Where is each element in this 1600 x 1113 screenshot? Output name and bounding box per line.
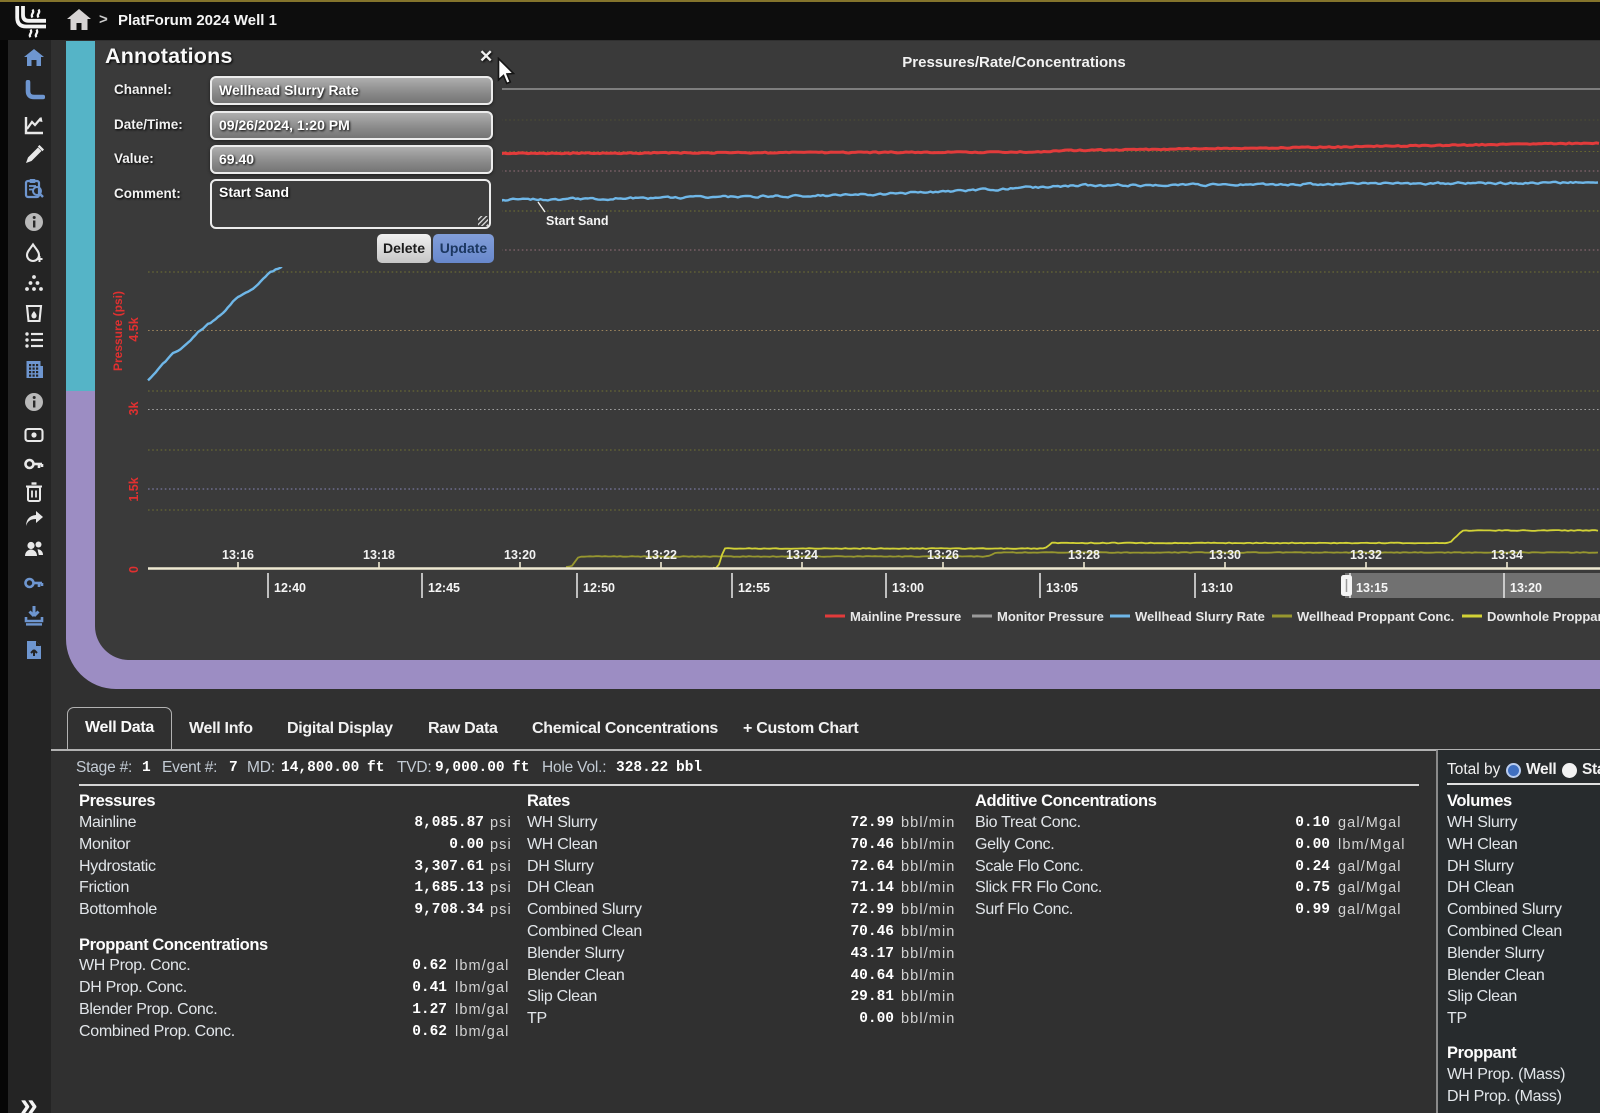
svg-text:13:20: 13:20 xyxy=(1510,581,1542,595)
svg-text:13:18: 13:18 xyxy=(363,548,395,562)
svg-text:1.5k: 1.5k xyxy=(127,477,141,501)
svg-text:13:15: 13:15 xyxy=(1356,581,1388,595)
svg-text:Start Sand: Start Sand xyxy=(546,214,609,228)
svg-text:3k: 3k xyxy=(127,402,141,416)
svg-text:Wellhead Proppant Conc.: Wellhead Proppant Conc. xyxy=(1297,609,1454,624)
svg-text:13:30: 13:30 xyxy=(1209,548,1241,562)
svg-text:12:40: 12:40 xyxy=(274,581,306,595)
svg-text:13:16: 13:16 xyxy=(222,548,254,562)
svg-text:13:22: 13:22 xyxy=(645,548,677,562)
svg-text:Mainline Pressure: Mainline Pressure xyxy=(850,609,961,624)
svg-text:13:20: 13:20 xyxy=(504,548,536,562)
svg-text:Pressures/Rate/Concentrations: Pressures/Rate/Concentrations xyxy=(902,54,1125,71)
svg-text:Wellhead Slurry Rate: Wellhead Slurry Rate xyxy=(1135,609,1265,624)
svg-text:13:00: 13:00 xyxy=(892,581,924,595)
svg-text:Monitor Pressure: Monitor Pressure xyxy=(997,609,1104,624)
svg-text:13:24: 13:24 xyxy=(786,548,818,562)
svg-text:13:34: 13:34 xyxy=(1491,548,1523,562)
svg-text:13:28: 13:28 xyxy=(1068,548,1100,562)
svg-text:13:32: 13:32 xyxy=(1350,548,1382,562)
svg-text:4.5k: 4.5k xyxy=(127,317,141,341)
svg-text:12:45: 12:45 xyxy=(428,581,460,595)
svg-text:12:50: 12:50 xyxy=(583,581,615,595)
svg-text:0: 0 xyxy=(127,566,141,573)
svg-text:Pressure (psi): Pressure (psi) xyxy=(111,291,125,371)
svg-text:13:10: 13:10 xyxy=(1201,581,1233,595)
svg-text:12:55: 12:55 xyxy=(738,581,770,595)
svg-text:Downhole Proppant Conc.: Downhole Proppant Conc. xyxy=(1487,609,1600,624)
svg-text:13:05: 13:05 xyxy=(1046,581,1078,595)
svg-text:13:26: 13:26 xyxy=(927,548,959,562)
